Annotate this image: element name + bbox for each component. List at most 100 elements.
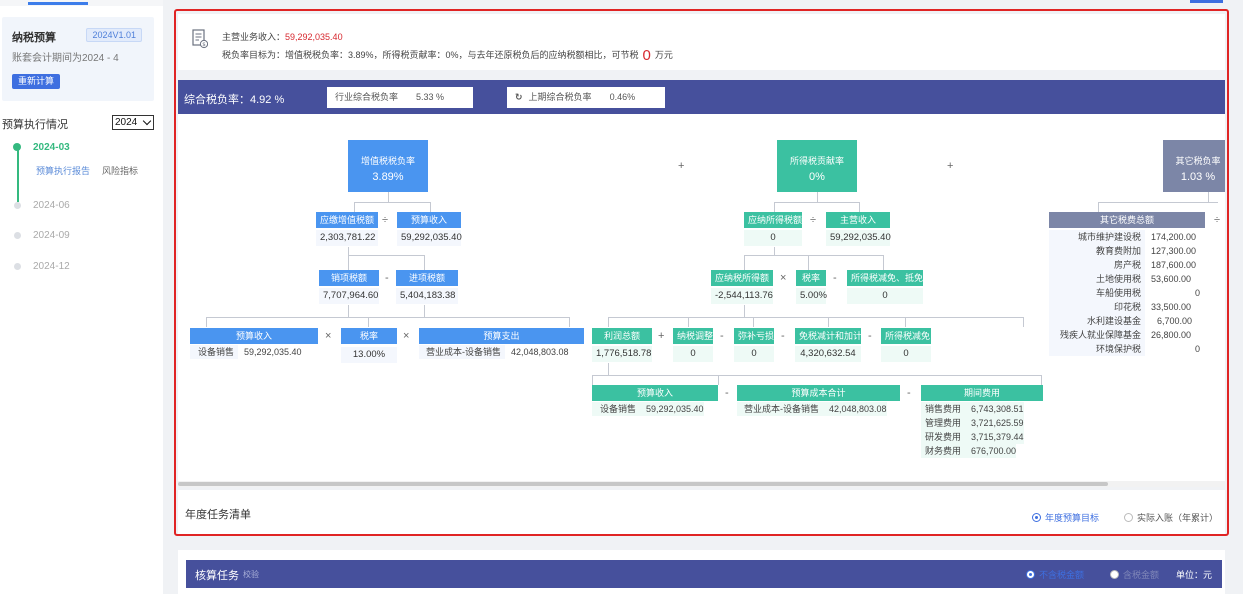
other-tax-value: 26,800.00	[1151, 330, 1192, 340]
output-tax-node[interactable]: 销项税额	[319, 270, 379, 286]
period-expense-key: 管理费用	[921, 416, 965, 430]
main-income-node[interactable]: 主营收入	[826, 212, 890, 228]
active-tab-indicator[interactable]	[28, 2, 88, 5]
risk-indicator-link[interactable]: 风险指标	[102, 164, 138, 177]
main-income-label: 主营业务收入：	[222, 32, 286, 42]
minus-operator: -	[385, 272, 389, 284]
income-detail-node[interactable]: 预算收入	[190, 328, 318, 344]
year-select-value: 2024	[115, 117, 138, 128]
radio-selected-icon	[1032, 513, 1041, 522]
divide-operator: ÷	[1214, 214, 1221, 226]
page: 纳税预算 2024V1.01 账套会计期间为2024 - 4 重新计算 预算执行…	[0, 0, 1243, 594]
p-cost-row: 营业成本-设备销售 42,048,803.08	[737, 402, 887, 416]
annual-target-radio[interactable]: 年度预算目标	[1032, 511, 1099, 524]
connector	[608, 363, 609, 375]
minus-operator: -	[720, 330, 724, 342]
times-operator: ×	[325, 330, 332, 342]
minus-operator: -	[725, 387, 729, 399]
timeline-item-2024-12[interactable]: 2024-12	[33, 261, 70, 272]
main-income-line: 主营业务收入：59,292,035.40	[222, 30, 343, 43]
connector	[859, 202, 860, 212]
loss-cover-node[interactable]: 弥补亏损	[734, 328, 774, 344]
timeline-dot[interactable]	[13, 143, 21, 151]
tax-rate-value: 13.00%	[341, 347, 397, 363]
other-tax-key: 印花税	[1049, 300, 1145, 314]
connector	[828, 317, 829, 327]
input-tax-node[interactable]: 进项税额	[396, 270, 458, 286]
period-expense-row: 销售费用 6,743,308.51	[921, 402, 1024, 416]
connector	[808, 255, 809, 270]
execution-report-link[interactable]: 预算执行报告	[36, 164, 90, 177]
connector	[688, 317, 689, 327]
connector	[354, 202, 355, 212]
other-tax-value: 127,300.00	[1151, 246, 1197, 256]
budget-income-node[interactable]: 预算收入	[397, 212, 461, 228]
it-reduce2-node[interactable]: 所得税减免	[881, 328, 931, 344]
tax-exclusive-label: 不含税金额	[1039, 570, 1085, 580]
recalculate-button[interactable]: 重新计算	[12, 74, 61, 89]
other-total-node[interactable]: 其它税费总额	[1049, 212, 1205, 228]
p-income-node[interactable]: 预算收入	[592, 385, 718, 401]
timeline-dot[interactable]	[14, 202, 21, 209]
period-expense-node[interactable]: 期间费用	[921, 385, 1043, 401]
connector	[368, 317, 369, 327]
other-tax-value: 53,600.00	[1151, 274, 1192, 284]
tax-inclusive-label: 含税金额	[1123, 570, 1160, 580]
exempt-value: 4,320,632.54	[795, 346, 861, 362]
tax-rate-node[interactable]: 税率	[341, 328, 397, 344]
timeline-item-2024-06[interactable]: 2024-06	[33, 200, 70, 211]
other-tax-value: 187,600.00	[1151, 260, 1197, 270]
p-cost-node[interactable]: 预算成本合计	[737, 385, 900, 401]
divide-operator: ÷	[382, 214, 389, 226]
tax-adjust-node[interactable]: 纳税调整	[673, 328, 713, 344]
budget-card-title: 纳税预算	[12, 32, 56, 44]
tax-exclusive-radio[interactable]: 不含税金额	[1026, 568, 1084, 581]
period-expense-value: 676,700.00	[965, 444, 1017, 458]
tax-inclusive-radio[interactable]: 含税金额	[1110, 568, 1159, 581]
accounting-task-title: 核算任务	[195, 570, 239, 582]
document-dollar-icon: $	[192, 29, 208, 48]
p-cost-key: 营业成本-设备销售	[737, 402, 823, 416]
other-tax-row: 房产税 187,600.00	[1049, 258, 1196, 272]
it-rate-node[interactable]: 税率	[796, 270, 826, 286]
horizontal-scrollbar[interactable]	[178, 481, 1225, 487]
profit-node[interactable]: 利润总额	[592, 328, 652, 344]
timeline-item-2024-03[interactable]: 2024-03	[33, 142, 70, 153]
income-tax-rate-value: 0%	[809, 171, 825, 183]
connector	[744, 305, 745, 317]
income-tax-payable-node[interactable]: 应纳所得税额	[744, 212, 802, 228]
svg-text:$: $	[202, 42, 206, 48]
timeline-progress	[17, 150, 19, 202]
period-expense-row: 研发费用 3,715,379.44	[921, 430, 1024, 444]
timeline-dot[interactable]	[14, 232, 21, 239]
vat-rate-value: 3.89%	[372, 171, 404, 183]
input-tax-value: 5,404,183.38	[396, 288, 458, 304]
output-tax-value: 7,707,964.60	[319, 288, 379, 304]
vat-rate-node[interactable]: 增值税税负率 3.89%	[348, 140, 428, 192]
taxable-income-node[interactable]: 应纳税所得额	[711, 270, 773, 286]
connector	[592, 375, 1042, 376]
chevron-down-icon	[142, 116, 152, 126]
timeline-dot[interactable]	[14, 263, 21, 270]
timeline-item-2024-09[interactable]: 2024-09	[33, 230, 70, 241]
exempt-node[interactable]: 免税减计和加计	[795, 328, 862, 344]
vat-payable-node[interactable]: 应缴增值税额	[316, 212, 378, 228]
it-reduce-node[interactable]: 所得税减免、抵免	[847, 270, 923, 286]
other-tax-rate-node[interactable]: 其它税负率 1.03 %	[1163, 140, 1225, 192]
period-expense-key: 财务费用	[921, 444, 965, 458]
accounting-period: 账套会计期间为2024 - 4	[12, 53, 119, 64]
validate-link[interactable]: 校验	[243, 569, 259, 580]
top-action-button[interactable]	[1190, 0, 1223, 3]
income-detail-value: 59,292,035.40	[244, 347, 302, 357]
tax-rate-bar: 综合税负率：4.92 % 行业综合税负率 5.33 % ↻ 上期综合税负率 0.46%	[178, 80, 1225, 119]
budget-expense-node[interactable]: 预算支出	[419, 328, 584, 344]
refresh-icon[interactable]: ↻	[515, 92, 523, 102]
connector	[905, 317, 906, 327]
version-badge: 2024V1.01	[86, 28, 142, 42]
budget-income-value: 59,292,035.40	[397, 230, 462, 246]
other-tax-key: 环境保护税	[1049, 342, 1145, 356]
scrollbar-thumb[interactable]	[178, 482, 1108, 486]
actual-entry-radio[interactable]: 实际入账（年累计）	[1124, 511, 1218, 524]
year-select[interactable]: 2024	[112, 115, 154, 130]
income-tax-rate-node[interactable]: 所得税贡献率 0%	[777, 140, 857, 192]
